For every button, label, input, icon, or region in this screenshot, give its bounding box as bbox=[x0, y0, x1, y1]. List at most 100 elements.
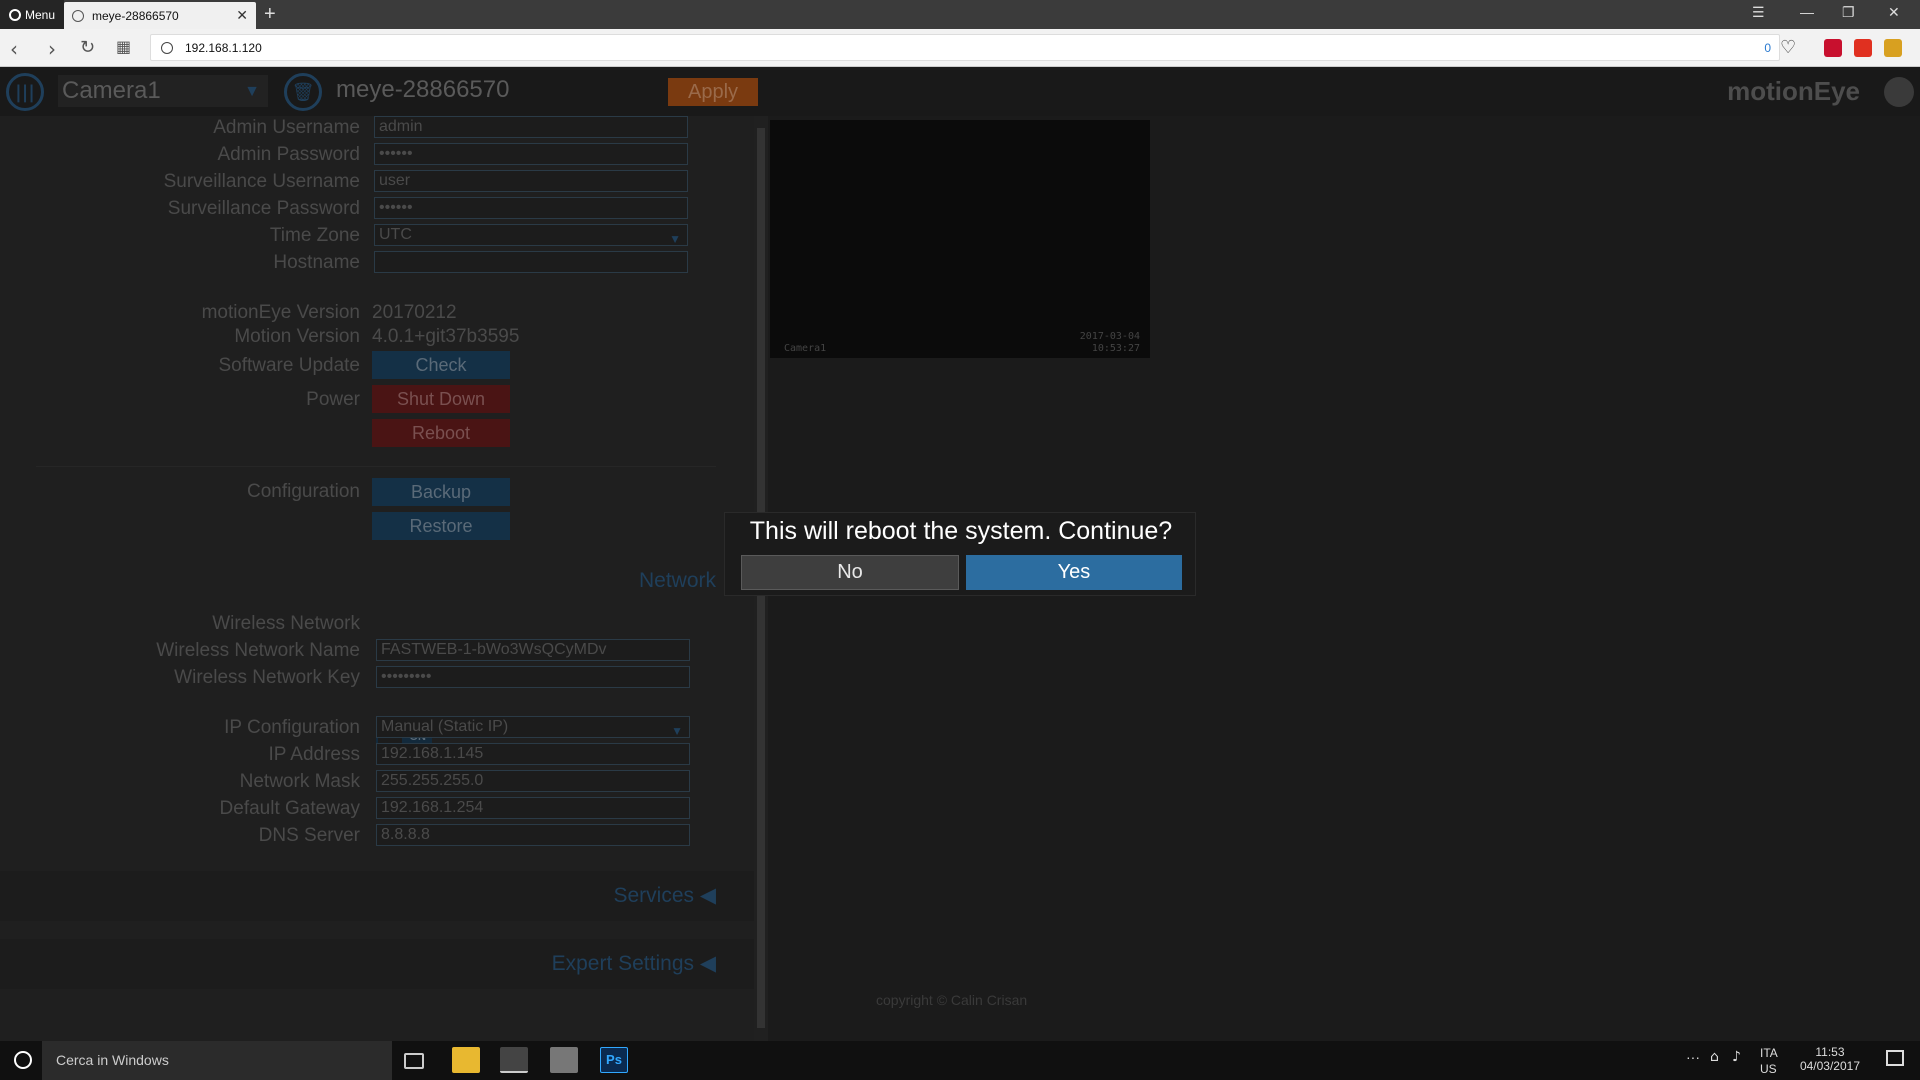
admin-password-field[interactable]: •••••• bbox=[374, 143, 688, 165]
globe-icon bbox=[161, 41, 173, 54]
browser-tab-bar: Menu meye-28866570 ✕ + ☰ — ❐ ✕ bbox=[0, 0, 1920, 29]
restore-icon[interactable]: ❐ bbox=[1842, 4, 1855, 21]
notifications-icon[interactable] bbox=[1886, 1050, 1904, 1066]
check-update-button[interactable]: Check bbox=[372, 351, 510, 379]
volume-icon[interactable]: ♪ bbox=[1732, 1049, 1741, 1065]
ip-configuration-select[interactable]: Manual (Static IP) ▼ bbox=[376, 716, 690, 738]
speed-dial-icon[interactable]: ▦ bbox=[116, 37, 131, 56]
adblock-plus-icon[interactable] bbox=[1824, 39, 1842, 57]
expert-settings-section-bar[interactable]: Expert Settings ◀ bbox=[0, 939, 754, 989]
url-field[interactable]: 192.168.1.120 0 bbox=[150, 34, 1780, 61]
copyright-text: copyright © Calin Crisan bbox=[876, 992, 1028, 1008]
wireless-network-label: Wireless Network bbox=[212, 613, 360, 634]
camera-frame[interactable]: Camera1 2017-03-04 10:53:27 bbox=[770, 120, 1150, 358]
network-mask-row: Network Mask 255.255.255.0 bbox=[0, 770, 754, 794]
clock-time: 11:53 bbox=[1815, 1045, 1845, 1059]
wireless-name-field[interactable]: FASTWEB-1-bWo3WsQCyMDv bbox=[376, 639, 690, 661]
time-zone-select[interactable]: UTC ▼ bbox=[374, 224, 688, 246]
time-zone-row: Time Zone UTC ▼ bbox=[0, 224, 754, 248]
minimize-icon[interactable]: — bbox=[1800, 4, 1814, 20]
opera-menu-button[interactable]: Menu bbox=[0, 0, 64, 29]
opera-taskbar-icon[interactable] bbox=[500, 1047, 528, 1073]
admin-password-label: Admin Password bbox=[217, 144, 360, 165]
motion-version-label: Motion Version bbox=[234, 326, 360, 347]
cortana-icon[interactable] bbox=[14, 1051, 32, 1069]
chevron-down-icon: ▼ bbox=[671, 724, 683, 738]
time-zone-label: Time Zone bbox=[269, 225, 360, 246]
network-icon[interactable]: ⌂ bbox=[1710, 1049, 1719, 1065]
tab-close-icon[interactable]: ✕ bbox=[236, 7, 248, 24]
ip-address-row: IP Address 192.168.1.145 bbox=[0, 743, 754, 767]
wireless-name-row: Wireless Network Name FASTWEB-1-bWo3WsQC… bbox=[0, 639, 754, 663]
language-code: ITA bbox=[1760, 1046, 1778, 1060]
url-text: 192.168.1.120 bbox=[185, 40, 262, 55]
task-view-icon[interactable] bbox=[404, 1053, 424, 1069]
motion-version-value: 4.0.1+git37b3595 bbox=[372, 326, 520, 347]
remove-camera-icon[interactable]: 🗑 bbox=[284, 73, 322, 111]
configuration-row: Configuration Backup bbox=[0, 478, 754, 506]
services-section-bar[interactable]: Services ◀ bbox=[0, 871, 754, 921]
back-icon[interactable]: ‹ bbox=[10, 37, 18, 61]
reboot-confirm-dialog: This will reboot the system. Continue? N… bbox=[724, 512, 1196, 596]
device-title: meye-28866570 bbox=[336, 76, 510, 103]
extension-icon-2[interactable] bbox=[1884, 39, 1902, 57]
clock[interactable]: 11:53 04/03/2017 bbox=[1800, 1045, 1860, 1073]
hostname-field[interactable] bbox=[374, 251, 688, 273]
window-close-icon[interactable]: ✕ bbox=[1888, 4, 1900, 21]
address-bar-area: ‹ › ↻ ▦ 192.168.1.120 0 ♡ bbox=[0, 29, 1920, 67]
adblock-counter: 0 bbox=[1764, 40, 1771, 55]
admin-username-field[interactable]: admin bbox=[374, 116, 688, 138]
tab-title: meye-28866570 bbox=[92, 8, 179, 23]
surveillance-password-field[interactable]: •••••• bbox=[374, 197, 688, 219]
restore-button[interactable]: Restore bbox=[372, 512, 510, 540]
shutdown-button[interactable]: Shut Down bbox=[372, 385, 510, 413]
network-mask-field[interactable]: 255.255.255.0 bbox=[376, 770, 690, 792]
extension-icon[interactable] bbox=[1854, 39, 1872, 57]
dns-server-field[interactable]: 8.8.8.8 bbox=[376, 824, 690, 846]
input-language[interactable]: ITA US bbox=[1760, 1045, 1778, 1077]
surveillance-username-field[interactable]: user bbox=[374, 170, 688, 192]
network-section-title[interactable]: Network bbox=[639, 569, 716, 593]
wireless-network-row: Wireless Network bbox=[0, 612, 754, 636]
surveillance-username-label: Surveillance Username bbox=[163, 171, 360, 192]
tray-overflow-icon[interactable]: ··· bbox=[1686, 1049, 1700, 1065]
default-gateway-field[interactable]: 192.168.1.254 bbox=[376, 797, 690, 819]
new-tab-icon[interactable]: + bbox=[264, 3, 276, 26]
dns-server-row: DNS Server 8.8.8.8 bbox=[0, 824, 754, 848]
wireless-key-field[interactable]: ••••••••• bbox=[376, 666, 690, 688]
settings-menu-icon[interactable]: ||| bbox=[6, 73, 44, 111]
ip-address-field[interactable]: 192.168.1.145 bbox=[376, 743, 690, 765]
configuration-label: Configuration bbox=[246, 481, 360, 502]
admin-username-row: Admin Username admin bbox=[0, 116, 754, 140]
surveillance-password-label: Surveillance Password bbox=[167, 198, 360, 219]
reload-icon[interactable]: ↻ bbox=[80, 37, 95, 58]
photoshop-icon[interactable]: Ps bbox=[600, 1047, 628, 1073]
browser-tab[interactable]: meye-28866570 ✕ bbox=[64, 2, 256, 29]
windows-search-input[interactable]: Cerca in Windows bbox=[42, 1041, 392, 1080]
no-button[interactable]: No bbox=[741, 555, 959, 590]
wireless-key-label: Wireless Network Key bbox=[174, 667, 360, 688]
software-update-row: Software Update Check bbox=[0, 351, 754, 379]
chevron-down-icon: ▼ bbox=[669, 232, 681, 246]
clock-date: 04/03/2017 bbox=[1799, 1059, 1860, 1073]
ip-address-label: IP Address bbox=[268, 744, 360, 765]
brand-title: motionEye bbox=[1727, 76, 1860, 106]
reboot-button[interactable]: Reboot bbox=[372, 419, 510, 447]
software-update-label: Software Update bbox=[218, 355, 360, 376]
app-taskbar-icon[interactable] bbox=[550, 1047, 578, 1073]
app-header: ||| Camera1 ▼ 🗑 meye-28866570 Apply moti… bbox=[0, 67, 1920, 116]
heart-icon[interactable]: ♡ bbox=[1780, 37, 1796, 58]
motioneye-logo-icon bbox=[1884, 77, 1914, 107]
apply-button[interactable]: Apply bbox=[668, 78, 758, 106]
camera-select[interactable]: Camera1 ▼ bbox=[58, 75, 268, 107]
file-explorer-icon[interactable] bbox=[452, 1047, 480, 1073]
yes-button[interactable]: Yes bbox=[966, 555, 1182, 590]
backup-button[interactable]: Backup bbox=[372, 478, 510, 506]
camera-osd-date: 2017-03-04 bbox=[1079, 331, 1140, 342]
hostname-label: Hostname bbox=[273, 252, 360, 273]
chevron-left-icon: ◀ bbox=[699, 884, 716, 907]
tab-menu-icon[interactable]: ☰ bbox=[1752, 4, 1765, 21]
forward-icon[interactable]: › bbox=[48, 37, 56, 61]
motion-version-row: Motion Version 4.0.1+git37b3595 bbox=[0, 325, 754, 349]
section-divider bbox=[36, 466, 716, 467]
